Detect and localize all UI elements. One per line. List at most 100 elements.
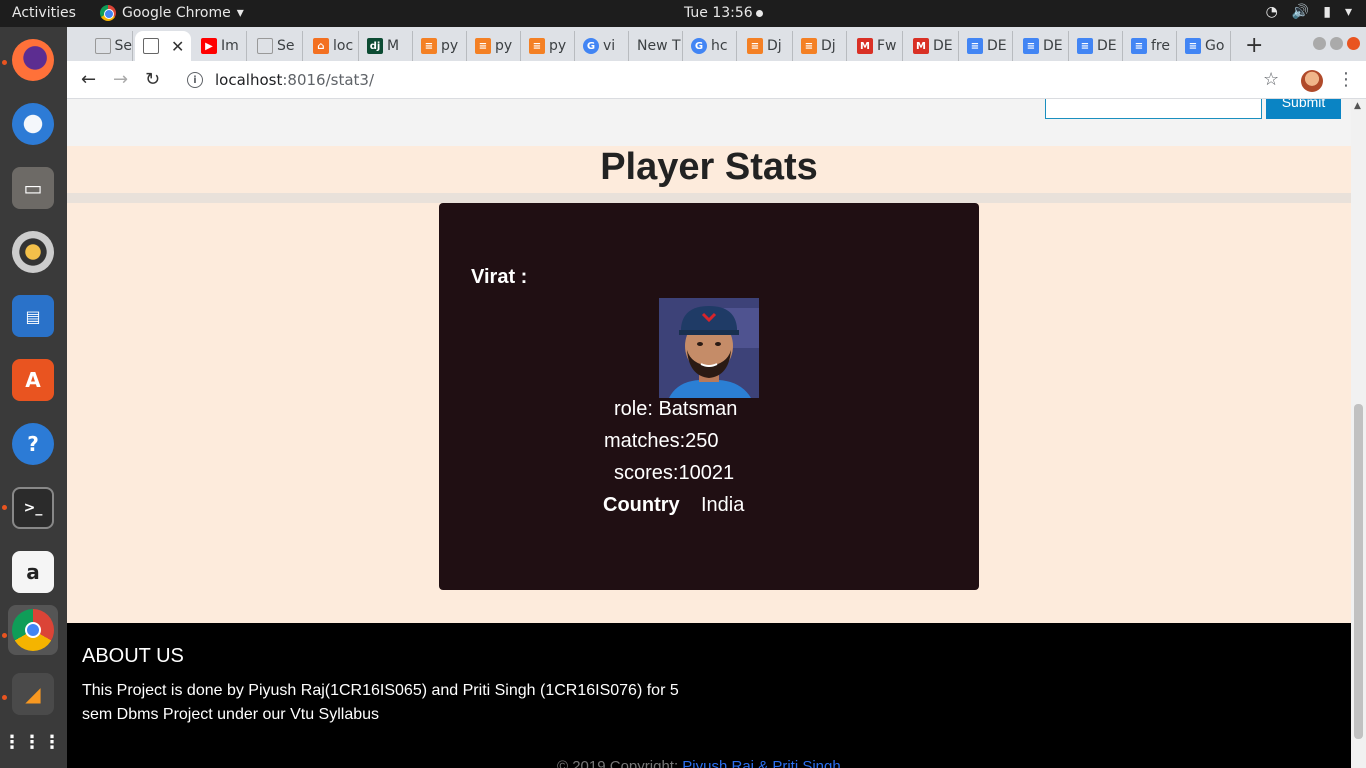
docs-icon: ≡ — [967, 38, 983, 54]
running-indicator — [2, 695, 7, 700]
player-scores: scores:10021 — [614, 462, 735, 484]
wifi-icon: ◔ — [1265, 4, 1278, 20]
new-tab-button[interactable]: + — [1245, 33, 1263, 58]
forward-icon[interactable]: → — [113, 69, 128, 90]
google-icon: G — [691, 38, 707, 54]
country-value: India — [701, 494, 745, 516]
stackoverflow-icon: ≡ — [475, 38, 491, 54]
google-icon: G — [583, 38, 599, 54]
maximize-button[interactable] — [1330, 37, 1343, 50]
player-portrait-image — [659, 298, 759, 398]
app-name: Google Chrome — [122, 5, 231, 21]
blank-page-icon — [257, 38, 273, 54]
page-header: Submit — [67, 99, 1351, 146]
country-label: Country — [603, 494, 680, 516]
docs-icon: ≡ — [1185, 38, 1201, 54]
tab[interactable]: ≡ DE — [959, 31, 1013, 61]
xampp-icon: ⌂ — [313, 38, 329, 54]
tab[interactable]: Se — [249, 31, 303, 61]
amazon-icon[interactable]: a — [8, 547, 58, 597]
tab[interactable]: Gvi — [575, 31, 629, 61]
tab[interactable]: ⌂ loc — [305, 31, 359, 61]
gmail-icon: M — [913, 38, 929, 54]
url-path: :8016/stat3/ — [282, 71, 374, 89]
tab[interactable]: ≡ Go — [1177, 31, 1231, 61]
page-title: Player Stats — [600, 146, 818, 188]
divider — [67, 193, 1351, 203]
docs-icon: ≡ — [1131, 38, 1147, 54]
tab[interactable]: ≡ py — [413, 31, 467, 61]
system-tray[interactable]: ◔ 🔊 ▮ ▾ — [1266, 4, 1352, 20]
back-icon[interactable]: ← — [81, 69, 96, 90]
stackoverflow-icon: ≡ — [421, 38, 437, 54]
chrome-icon[interactable] — [8, 605, 58, 655]
copyright-link[interactable]: Piyush Raj & Priti Singh — [682, 758, 840, 768]
software-icon[interactable]: A — [8, 355, 58, 405]
tab[interactable]: ≡ py — [467, 31, 521, 61]
search-input[interactable] — [1045, 99, 1262, 119]
sublime-icon[interactable]: ◢ — [8, 669, 58, 719]
title-band: Player Stats — [67, 146, 1351, 193]
blank-page-icon — [143, 38, 159, 54]
info-icon[interactable]: i — [187, 72, 203, 88]
avatar[interactable] — [1301, 70, 1323, 92]
scrollbar[interactable]: ▲ — [1351, 99, 1366, 768]
player-role: role: Batsman — [614, 398, 738, 420]
tab[interactable]: ≡ Dj — [793, 31, 847, 61]
window-controls — [1313, 37, 1360, 50]
tab[interactable]: ≡ DE — [1015, 31, 1069, 61]
gmail-icon: M — [857, 38, 873, 54]
blank-page-icon — [95, 38, 111, 54]
writer-icon[interactable]: ▤ — [8, 291, 58, 341]
tab[interactable]: Ghc — [683, 31, 737, 61]
reload-icon[interactable]: ↻ — [145, 69, 160, 90]
tab[interactable]: ≡ fre — [1123, 31, 1177, 61]
address-bar[interactable]: i localhost:8016/stat3/ — [175, 65, 1295, 95]
footer-heading: ABOUT US — [82, 645, 184, 667]
close-window-button[interactable] — [1347, 37, 1360, 50]
terminal-icon[interactable]: >_ — [8, 483, 58, 533]
bookmark-star-icon[interactable]: ☆ — [1263, 69, 1279, 90]
minimize-button[interactable] — [1313, 37, 1326, 50]
browser-toolbar: ← → ↻ i localhost:8016/stat3/ ☆ ⋮ — [67, 61, 1366, 99]
scrollbar-thumb[interactable] — [1354, 404, 1363, 739]
close-icon[interactable]: ✕ — [171, 37, 184, 56]
footer: ABOUT US This Project is done by Piyush … — [67, 623, 1351, 768]
page-content: Submit Player Stats Virat : role: Batsma… — [67, 99, 1351, 768]
tab[interactable]: ≡ py — [521, 31, 575, 61]
tab[interactable]: ≡ DE — [1069, 31, 1123, 61]
tab-active[interactable]: ✕ — [135, 31, 191, 61]
activities-button[interactable]: Activities — [12, 5, 76, 21]
clock[interactable]: Tue 13:56 — [684, 5, 763, 21]
scroll-up-icon[interactable]: ▲ — [1354, 101, 1361, 111]
firefox-icon[interactable] — [8, 35, 58, 85]
app-grid-icon[interactable]: ⋮⋮⋮ — [3, 717, 61, 767]
chevron-down-icon: ▾ — [1344, 4, 1352, 20]
system-top-bar: Activities Google Chrome ▾ Tue 13:56 ◔ 🔊… — [0, 0, 1366, 27]
files-icon[interactable]: ▭ — [8, 163, 58, 213]
tab[interactable]: M DE — [905, 31, 959, 61]
menu-kebab-icon[interactable]: ⋮ — [1337, 69, 1355, 90]
url-host: localhost — [215, 71, 283, 89]
tab[interactable]: Se — [87, 31, 133, 61]
tab[interactable]: dj M — [359, 31, 413, 61]
submit-button[interactable]: Submit — [1266, 99, 1341, 119]
battery-icon: ▮ — [1323, 4, 1331, 20]
running-indicator — [2, 633, 7, 638]
help-icon[interactable]: ? — [8, 419, 58, 469]
thunderbird-icon[interactable] — [8, 99, 58, 149]
player-photo — [659, 298, 759, 398]
tab[interactable]: M Fw — [849, 31, 903, 61]
chevron-down-icon: ▾ — [236, 5, 244, 21]
tab[interactable]: ≡ Dj — [739, 31, 793, 61]
app-menu[interactable]: Google Chrome ▾ — [100, 5, 244, 21]
tab[interactable]: New T — [629, 31, 683, 61]
player-matches: matches:250 — [604, 430, 719, 452]
docs-icon: ≡ — [1077, 38, 1093, 54]
docs-icon: ≡ — [1023, 38, 1039, 54]
tab[interactable]: ▶ Im — [193, 31, 247, 61]
rhythmbox-icon[interactable] — [8, 227, 58, 277]
player-card: Virat : role: Batsman matches:250 scores… — [439, 203, 979, 590]
youtube-icon: ▶ — [201, 38, 217, 54]
browser-window: Se ✕ ▶ Im Se ⌂ loc dj M ≡ py ≡ py ≡ py Gvi New… — [67, 27, 1366, 768]
